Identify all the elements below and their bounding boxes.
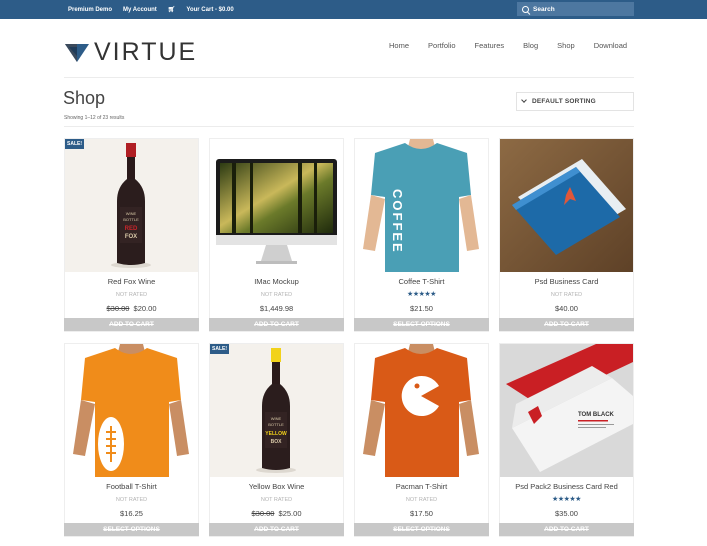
title-divider (64, 126, 634, 127)
product-image[interactable] (210, 139, 343, 272)
rating-text: NOT RATED (115, 292, 148, 298)
wine-label-line1: WINE (271, 416, 282, 421)
star-rating: ★★★★★ (407, 291, 436, 298)
search-icon[interactable] (522, 5, 529, 13)
product-image[interactable] (65, 344, 198, 477)
add-to-cart-button[interactable]: ADD TO CART (499, 523, 634, 536)
wine-label-line1: WINE (126, 211, 137, 216)
cart-label: Your Cart - $0.00 (186, 7, 234, 13)
top-links: Premium Demo My Account 🛒︎ Your Cart - $0… (68, 0, 256, 19)
card-name-text: TOM BLACK (578, 412, 615, 418)
my-account-link[interactable]: My Account (123, 7, 157, 13)
rating-text: NOT RATED (405, 497, 438, 503)
add-to-cart-button[interactable]: ADD TO CART (209, 523, 344, 536)
search-box[interactable] (517, 2, 634, 16)
select-options-button[interactable]: SELECT OPTIONS (354, 523, 489, 536)
product-name[interactable]: IMac Mockup (210, 277, 343, 286)
product-card: Football T-Shirt NOT RATED $16.25 SELECT… (64, 343, 199, 537)
nav-features[interactable]: Features (475, 41, 505, 50)
product-price: $30.00 $20.00 (65, 304, 198, 313)
wine-label-line4: FOX (125, 234, 137, 240)
product-price: $17.50 (410, 509, 433, 518)
imac-image (210, 139, 343, 272)
main-nav: Home Portfolio Features Blog Shop Downlo… (389, 41, 627, 50)
select-options-button[interactable]: SELECT OPTIONS (354, 318, 489, 331)
product-card: Pacman T-Shirt NOT RATED $17.50 SELECT O… (354, 343, 489, 537)
product-image[interactable]: COFFEE (355, 139, 488, 272)
nav-download[interactable]: Download (594, 41, 627, 50)
page-title: Shop (63, 88, 106, 108)
premium-demo-link[interactable]: Premium Demo (68, 7, 112, 13)
select-options-button[interactable]: SELECT OPTIONS (64, 523, 199, 536)
product-card: SALE! WINE BOTTLE RED FOX Red Fox Wine N… (64, 138, 199, 332)
product-card: SALE! WINE BOTTLE YELLOW BOX Yellow Box … (209, 343, 344, 537)
wine-label-line4: BOX (271, 439, 283, 445)
product-card: Psd Business Card NOT RATED $40.00 ADD T… (499, 138, 634, 332)
sorting-label: DEFAULT SORTING (532, 98, 596, 105)
business-card-red-image: TOM BLACK (500, 344, 633, 477)
sale-price: $20.00 (133, 304, 157, 313)
product-price: $35.00 (555, 509, 578, 518)
product-name[interactable]: Pacman T-Shirt (355, 482, 488, 491)
search-input[interactable] (533, 5, 623, 13)
logo-text: VIRTUE (94, 38, 198, 66)
sale-badge: SALE! (210, 344, 229, 354)
football-tshirt-image (65, 344, 198, 477)
coffee-print-text: COFFEE (390, 189, 405, 254)
product-price: $21.50 (410, 304, 433, 313)
product-image[interactable]: WINE BOTTLE YELLOW BOX (210, 344, 343, 477)
product-image[interactable] (500, 139, 633, 272)
top-bar: Premium Demo My Account 🛒︎ Your Cart - $0… (0, 0, 707, 19)
nav-home[interactable]: Home (389, 41, 409, 50)
wine-label-line2: BOTTLE (123, 217, 139, 222)
header-divider (64, 77, 634, 78)
business-card-image (500, 139, 633, 272)
sale-price: $25.00 (278, 509, 302, 518)
cart-link[interactable]: 🛒︎ Your Cart - $0.00 (168, 6, 245, 13)
product-name[interactable]: Psd Business Card (500, 277, 633, 286)
wine-label-line2: BOTTLE (268, 422, 284, 427)
nav-blog[interactable]: Blog (523, 41, 538, 50)
star-rating: ★★★★★ (552, 496, 581, 503)
product-name[interactable]: Red Fox Wine (65, 277, 198, 286)
product-name[interactable]: Psd Pack2 Business Card Red (500, 482, 633, 491)
wine-bottle-image: WINE BOTTLE YELLOW BOX (210, 344, 343, 477)
chevron-down-icon (521, 97, 527, 103)
sorting-select[interactable]: DEFAULT SORTING (516, 92, 634, 111)
product-price: $40.00 (555, 304, 578, 313)
old-price: $30.00 (251, 509, 275, 518)
add-to-cart-button[interactable]: ADD TO CART (499, 318, 634, 331)
product-name[interactable]: Football T-Shirt (65, 482, 198, 491)
rating-text: NOT RATED (260, 497, 293, 503)
product-card: TOM BLACK Psd Pack2 Business Card Red ★★… (499, 343, 634, 537)
product-price: $16.25 (120, 509, 143, 518)
coffee-tshirt-image: COFFEE (355, 139, 488, 272)
cart-icon: 🛒︎ (167, 7, 176, 13)
site-logo[interactable]: VIRTUE (64, 38, 197, 67)
results-count: Showing 1–12 of 23 results (64, 115, 125, 121)
wine-bottle-image: WINE BOTTLE RED FOX (65, 139, 198, 272)
wine-label-line3: YELLOW (265, 431, 287, 437)
product-name[interactable]: Coffee T-Shirt (355, 277, 488, 286)
pacman-tshirt-image (355, 344, 488, 477)
sale-badge: SALE! (65, 139, 84, 149)
product-image[interactable] (355, 344, 488, 477)
nav-portfolio[interactable]: Portfolio (428, 41, 456, 50)
product-card: COFFEE Coffee T-Shirt ★★★★★ $21.50 SELEC… (354, 138, 489, 332)
rating-text: NOT RATED (550, 292, 583, 298)
add-to-cart-button[interactable]: ADD TO CART (64, 318, 199, 331)
add-to-cart-button[interactable]: ADD TO CART (209, 318, 344, 331)
product-name[interactable]: Yellow Box Wine (210, 482, 343, 491)
product-image[interactable]: WINE BOTTLE RED FOX (65, 139, 198, 272)
rating-text: NOT RATED (115, 497, 148, 503)
old-price: $30.00 (106, 304, 130, 313)
product-image[interactable]: TOM BLACK (500, 344, 633, 477)
logo-triangle-icon (65, 43, 89, 62)
product-price: $1,449.98 (259, 304, 294, 313)
rating-text: NOT RATED (260, 292, 293, 298)
wine-label-line3: RED (125, 226, 138, 232)
product-card: IMac Mockup NOT RATED $1,449.98 ADD TO C… (209, 138, 344, 332)
nav-shop[interactable]: Shop (557, 41, 575, 50)
product-price: $30.00 $25.00 (210, 509, 343, 518)
